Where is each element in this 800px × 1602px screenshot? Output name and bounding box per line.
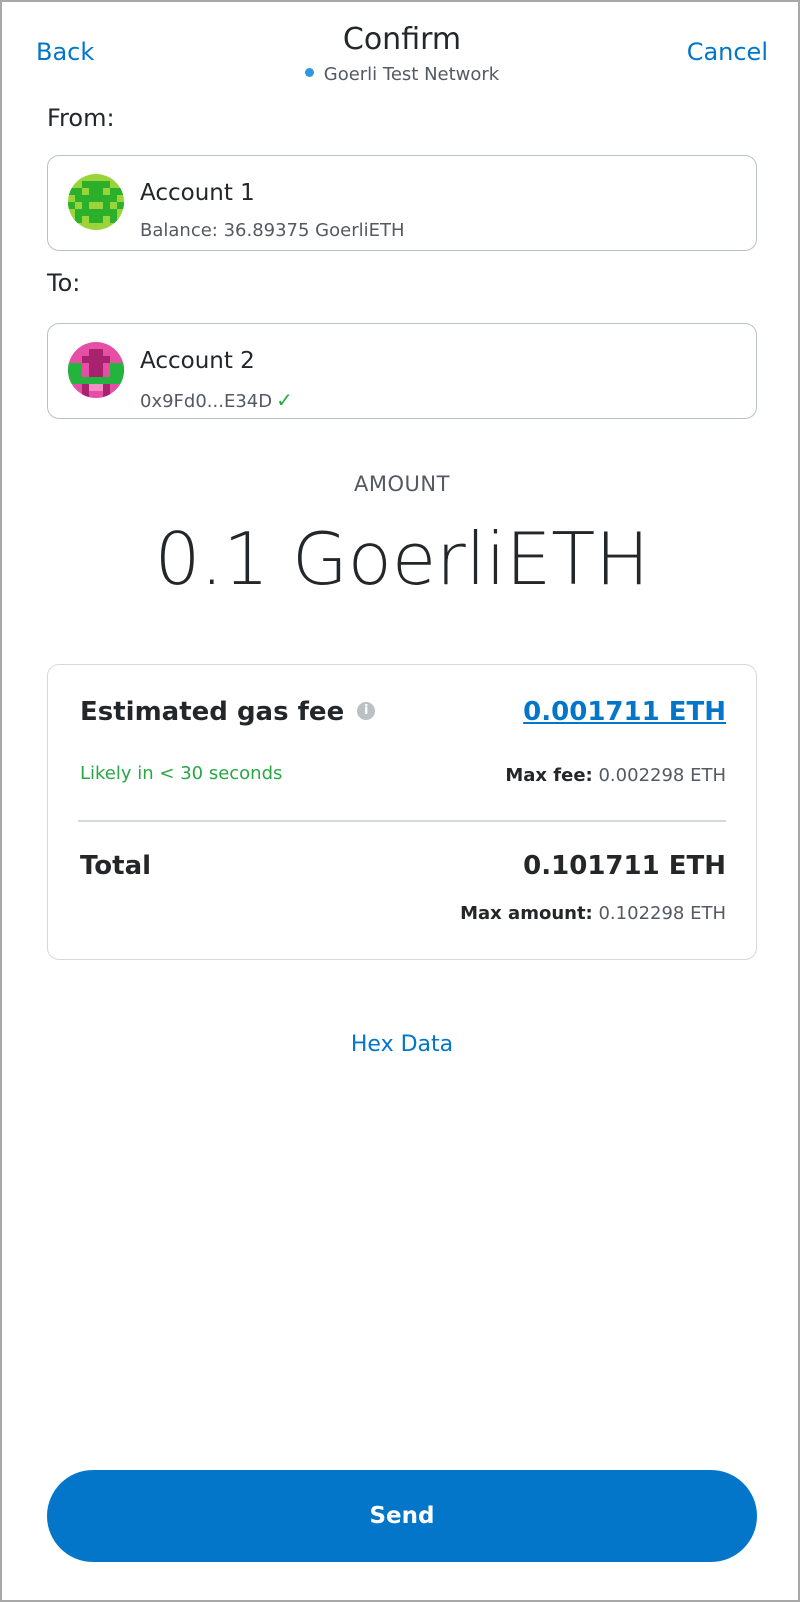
info-icon[interactable]: i (357, 701, 376, 720)
from-account-name: Account 1 (140, 180, 255, 206)
hex-data-link[interactable]: Hex Data (2, 1032, 800, 1057)
gas-fee-label-text: Estimated gas fee (80, 697, 345, 727)
gas-fee-value-link[interactable]: 0.001711 ETH (523, 697, 726, 727)
from-account-balance: Balance: 36.89375 GoerliETH (140, 220, 405, 241)
max-amount-label: Max amount: (460, 903, 593, 924)
to-account-address-row: 0x9Fd0...E34D ✓ (140, 388, 293, 412)
header: Back Confirm Goerli Test Network Cancel (2, 2, 800, 102)
cancel-button[interactable]: Cancel (687, 38, 768, 66)
network-dot-icon (304, 67, 314, 77)
total-value: 0.101711 ETH (523, 851, 726, 881)
screen: Back Confirm Goerli Test Network Cancel … (0, 0, 800, 1602)
network-name: Goerli Test Network (323, 64, 500, 85)
from-account-card[interactable]: Account 1 Balance: 36.89375 GoerliETH (47, 155, 757, 251)
to-label: To: (47, 269, 81, 297)
page-title: Confirm (342, 22, 462, 57)
max-amount: Max amount: 0.102298 ETH (460, 903, 726, 924)
to-account-name: Account 2 (140, 348, 255, 374)
account-1-avatar (68, 174, 124, 230)
amount-label: AMOUNT (354, 472, 450, 496)
account-2-avatar (68, 342, 124, 398)
max-fee: Max fee: 0.002298 ETH (505, 765, 726, 786)
checkmark-icon: ✓ (276, 388, 293, 412)
max-fee-value: 0.002298 ETH (598, 765, 726, 786)
max-amount-value: 0.102298 ETH (598, 903, 726, 924)
likely-time: Likely in < 30 seconds (80, 763, 283, 784)
divider (78, 820, 726, 822)
total-label: Total (80, 851, 152, 881)
fee-summary-card: Estimated gas fee i 0.001711 ETH Likely … (47, 664, 757, 960)
max-fee-label: Max fee: (505, 765, 593, 786)
amount-value: 0.1 GoerliETH (154, 517, 650, 601)
send-button[interactable]: Send (47, 1470, 757, 1562)
to-account-address: 0x9Fd0...E34D (140, 391, 273, 412)
estimated-gas-fee-label: Estimated gas fee i (80, 697, 376, 727)
from-label: From: (47, 104, 115, 132)
to-account-card[interactable]: Account 2 0x9Fd0...E34D ✓ (47, 323, 757, 419)
network-indicator: Goerli Test Network (2, 64, 800, 85)
